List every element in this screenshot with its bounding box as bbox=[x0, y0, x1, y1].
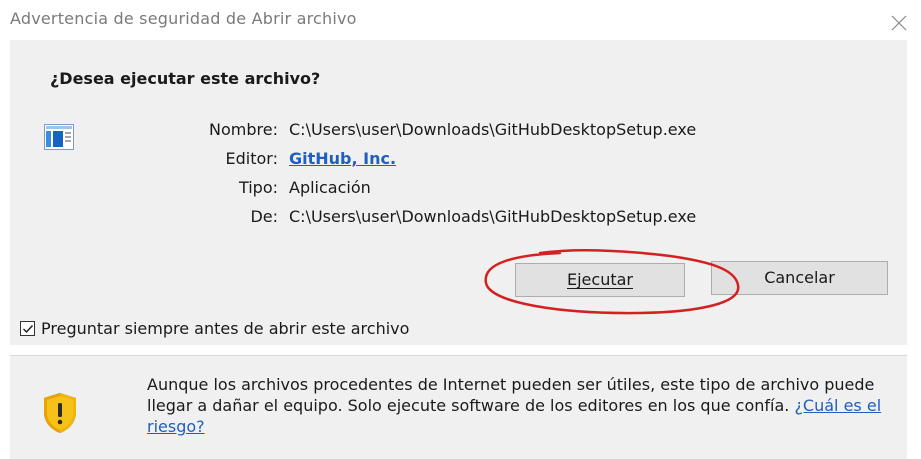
file-type-label: Tipo: bbox=[238, 178, 278, 197]
run-button[interactable]: Ejecutar bbox=[515, 263, 685, 297]
always-ask-checkbox-label: Preguntar siempre antes de abrir este ar… bbox=[41, 319, 410, 338]
run-button-label: Ejecutar bbox=[567, 270, 633, 289]
warning-text-block: Aunque los archivos procedentes de Inter… bbox=[147, 374, 907, 437]
file-name-value: C:\Users\user\Downloads\GitHubDesktopSet… bbox=[289, 120, 697, 139]
file-name-row: Nombre: C:\Users\user\Downloads\GitHubDe… bbox=[10, 120, 907, 142]
file-source-value: C:\Users\user\Downloads\GitHubDesktopSet… bbox=[289, 207, 697, 226]
close-icon bbox=[888, 12, 910, 34]
dialog-body: ¿Desea ejecutar este archivo? Nombre: C:… bbox=[10, 40, 907, 345]
file-source-row: De: C:\Users\user\Downloads\GitHubDeskto… bbox=[10, 207, 907, 229]
file-type-value: Aplicación bbox=[289, 178, 371, 197]
cancel-button-label: Cancelar bbox=[764, 268, 835, 287]
always-ask-checkbox[interactable] bbox=[20, 321, 35, 336]
file-type-row: Tipo: Aplicación bbox=[10, 178, 907, 200]
warning-text: Aunque los archivos procedentes de Inter… bbox=[147, 375, 875, 415]
close-button[interactable] bbox=[888, 12, 910, 34]
cancel-button[interactable]: Cancelar bbox=[711, 261, 888, 295]
file-source-label: De: bbox=[250, 207, 278, 226]
title-bar: Advertencia de seguridad de Abrir archiv… bbox=[0, 0, 921, 40]
publisher-link[interactable]: GitHub, Inc. bbox=[289, 149, 396, 168]
checkmark-icon bbox=[23, 325, 34, 334]
publisher-label: Editor: bbox=[225, 149, 278, 168]
file-name-label: Nombre: bbox=[209, 120, 278, 139]
shield-warning-icon bbox=[42, 392, 78, 438]
window-title: Advertencia de seguridad de Abrir archiv… bbox=[10, 9, 357, 28]
publisher-row: Editor: GitHub, Inc. bbox=[10, 149, 907, 171]
dialog-question: ¿Desea ejecutar este archivo? bbox=[50, 69, 321, 88]
